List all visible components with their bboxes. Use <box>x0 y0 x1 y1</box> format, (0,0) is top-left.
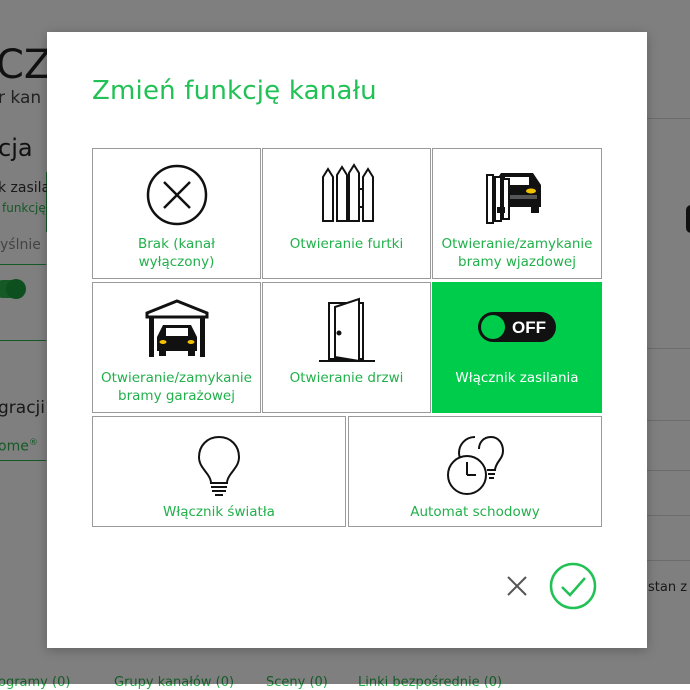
close-icon <box>507 576 527 596</box>
option-garage-gate[interactable]: Otwieranie/zamykanie bramy garażowej <box>92 282 261 413</box>
option-gate[interactable]: Otwieranie furtki <box>262 148 431 279</box>
option-label: Włącznik zasilania <box>455 370 579 386</box>
option-door[interactable]: Otwieranie drzwi <box>262 282 431 413</box>
option-label: Włącznik światła <box>163 504 275 520</box>
staircase-timer-icon <box>349 435 601 497</box>
checkmark-circle-icon <box>549 562 597 610</box>
garage-car-icon <box>93 297 260 361</box>
option-label: Brak (kanał wyłączony) <box>138 236 215 270</box>
option-label: Automat schodowy <box>410 504 540 520</box>
option-none[interactable]: Brak (kanał wyłączony) <box>92 148 261 279</box>
option-power-switch[interactable]: OFF Włącznik zasilania <box>432 282 602 413</box>
option-label: Otwieranie/zamykanie bramy garażowej <box>101 370 252 404</box>
cancel-button[interactable] <box>501 570 533 602</box>
gate-icon <box>263 163 430 227</box>
svg-text:OFF: OFF <box>512 318 546 337</box>
option-label: Otwieranie/zamykanie bramy wjazdowej <box>441 236 593 270</box>
option-light-switch[interactable]: Włącznik światła <box>92 416 346 527</box>
confirm-button[interactable] <box>549 562 597 610</box>
power-toggle-icon: OFF <box>433 311 601 343</box>
option-label: Otwieranie drzwi <box>289 370 404 386</box>
door-icon <box>263 297 430 367</box>
option-label: Otwieranie furtki <box>289 236 404 252</box>
option-driveway-gate[interactable]: Otwieranie/zamykanie bramy wjazdowej <box>432 148 602 279</box>
dialog-title: Zmień funkcję kanału <box>92 76 377 106</box>
driveway-gate-car-icon <box>433 163 601 227</box>
change-channel-function-dialog: Zmień funkcję kanału Brak (kanał wyłączo… <box>47 32 647 648</box>
option-staircase-timer[interactable]: Automat schodowy <box>348 416 602 527</box>
light-bulb-icon <box>93 435 345 497</box>
circle-x-icon <box>93 163 260 227</box>
